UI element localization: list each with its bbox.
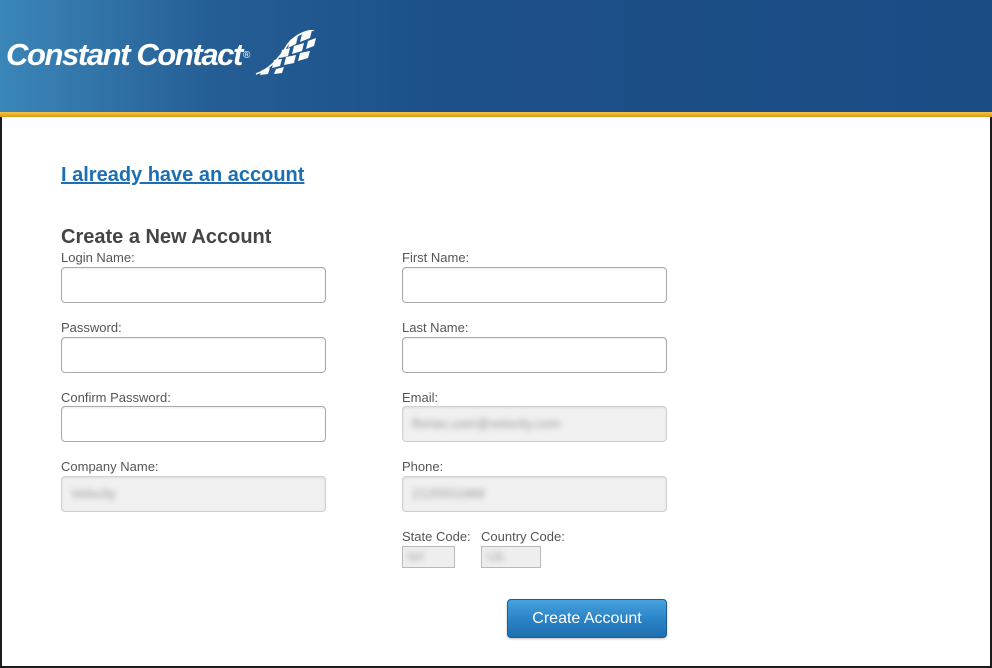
site-header: Constant Contact ® <box>0 0 992 112</box>
state-code-input[interactable]: NY <box>402 546 455 568</box>
confirm-password-label: Confirm Password: <box>61 390 171 405</box>
last-name-input[interactable] <box>402 337 667 373</box>
password-label: Password: <box>61 320 122 335</box>
first-name-input[interactable] <box>402 267 667 303</box>
first-name-label: First Name: <box>402 250 470 265</box>
phone-label: Phone: <box>402 459 444 474</box>
country-code-input[interactable]: US <box>481 546 541 568</box>
company-name-input[interactable]: Velocity <box>61 476 326 512</box>
password-input[interactable] <box>61 337 326 373</box>
login-name-input[interactable] <box>61 267 326 303</box>
create-account-button[interactable]: Create Account <box>507 599 667 638</box>
phone-value: 2125551989 <box>412 486 485 501</box>
login-name-label: Login Name: <box>61 250 135 265</box>
phone-input[interactable]: 2125551989 <box>402 476 667 512</box>
company-name-label: Company Name: <box>61 459 159 474</box>
email-value: florian.user@velocity.com <box>412 416 561 431</box>
logo-registered-mark: ® <box>242 49 251 61</box>
constant-contact-logo[interactable]: Constant Contact ® <box>6 30 320 76</box>
last-name-label: Last Name: <box>402 320 469 335</box>
form-title: Create a New Account <box>61 226 272 248</box>
state-code-value: NY <box>408 550 425 564</box>
country-code-label: Country Code: <box>481 529 565 544</box>
checkered-flag-icon <box>256 30 317 75</box>
company-name-value: Velocity <box>71 486 116 501</box>
confirm-password-input[interactable] <box>61 406 326 442</box>
state-code-label: State Code: <box>402 529 471 544</box>
email-input[interactable]: florian.user@velocity.com <box>402 406 667 442</box>
country-code-value: US <box>487 550 504 564</box>
email-label: Email: <box>402 390 439 405</box>
existing-account-link[interactable]: I already have an account <box>61 164 304 187</box>
logo-wordmark: Constant Contact <box>6 37 243 72</box>
